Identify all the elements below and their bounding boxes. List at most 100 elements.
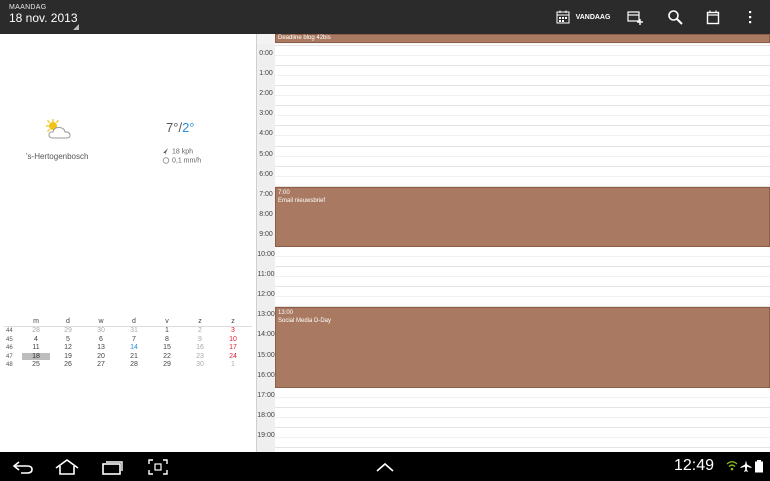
hour-label: 5:00 [259, 150, 273, 158]
overflow-menu-icon [749, 11, 752, 24]
dropdown-triangle-icon [73, 24, 79, 30]
calendar-day[interactable]: 19 [58, 353, 78, 360]
calendar-day[interactable]: 31 [124, 327, 144, 334]
recent-apps-icon [102, 460, 123, 475]
hour-label: 10:00 [257, 251, 275, 258]
calendar-week-row: 47 18 19 20 21 22 23 24 [4, 352, 252, 362]
week-number: 47 [6, 353, 13, 360]
today-button[interactable]: VANDAAG [552, 0, 614, 34]
calendar-day[interactable]: 30 [91, 327, 111, 334]
all-day-event[interactable]: Deadline blog 42bis [275, 34, 770, 43]
calendar-day[interactable]: 23 [190, 353, 210, 360]
back-icon [12, 460, 33, 474]
calendar-view-icon [706, 10, 720, 24]
calendar-day[interactable]: 5 [58, 336, 78, 343]
weekday-header: z [231, 318, 235, 325]
day-name: MAANDAG [9, 4, 47, 11]
calendar-event[interactable]: 7:00 Email nieuwsbrief [275, 186, 770, 247]
calendar-day[interactable]: 29 [58, 327, 78, 334]
calendar-day[interactable]: 1 [223, 361, 243, 368]
calendar-day[interactable]: 28 [124, 361, 144, 368]
hour-label: 13:00 [257, 311, 275, 319]
calendar-day[interactable]: 14 [124, 344, 144, 351]
current-date: 18 nov. 2013 [9, 11, 78, 25]
weather-wind: 18 kph [162, 148, 193, 155]
status-clock: 12:49 [674, 457, 715, 474]
calendar-day[interactable]: 11 [26, 344, 46, 351]
event-title: Email nieuwsbrief [278, 197, 326, 204]
calendar-week-row: 45 4 5 6 7 8 9 10 [4, 336, 252, 345]
hour-line [275, 125, 770, 127]
calendar-day[interactable]: 29 [157, 361, 177, 368]
event-time: 13:00 [278, 310, 294, 317]
calendar-day[interactable]: 1 [157, 327, 177, 334]
half-hour-line [275, 276, 770, 278]
calendar-view-button[interactable] [700, 0, 726, 34]
recent-apps-button[interactable] [98, 452, 128, 481]
calendar-day[interactable]: 6 [91, 336, 111, 343]
weather-temperature: 7°/2° [166, 120, 195, 135]
calendar-day[interactable]: 4 [26, 336, 46, 343]
wifi-icon [726, 461, 738, 471]
rain-value: 0,1 mm/h [172, 157, 202, 165]
event-title: Social Media D-Day [278, 318, 332, 325]
half-hour-line [275, 95, 770, 97]
half-hour-line [275, 115, 770, 117]
calendar-day[interactable]: 13 [91, 344, 111, 351]
calendar-day[interactable]: 27 [91, 361, 111, 368]
screenshot-button[interactable] [144, 452, 172, 481]
hour-line [275, 406, 770, 408]
home-button[interactable] [52, 452, 82, 481]
calendar-day[interactable]: 30 [190, 361, 210, 368]
calendar-day[interactable]: 17 [223, 344, 243, 351]
screenshot-icon [148, 458, 168, 475]
hour-label: 7:00 [259, 190, 273, 198]
overflow-menu-button[interactable] [740, 0, 760, 34]
calendar-event[interactable]: 13:00 Social Media D-Day [275, 307, 770, 388]
week-number: 45 [6, 336, 13, 343]
event-time: 7:00 [278, 189, 290, 196]
calendar-day[interactable]: 10 [223, 336, 243, 343]
temp-low: 2° [182, 120, 195, 135]
temp-high: 7° [166, 120, 179, 135]
navigation-bar: 12:49 [0, 452, 770, 481]
battery-icon [755, 460, 763, 473]
calendar-day[interactable]: 18 [22, 352, 50, 360]
half-hour-line [275, 436, 770, 438]
left-pane: 's-Hertogenbosch 7°/2° 18 kph 0,1 mm/h m… [0, 34, 256, 452]
expand-up-button[interactable] [372, 452, 398, 481]
back-button[interactable] [8, 452, 38, 481]
hour-label: 8:00 [259, 210, 273, 218]
calendar-day[interactable]: 22 [157, 353, 177, 360]
calendar-day[interactable]: 21 [124, 353, 144, 360]
calendar-week-row: 48 25 26 27 28 29 30 1 [4, 361, 252, 370]
add-event-button[interactable] [622, 0, 648, 34]
partly-cloudy-icon [46, 119, 71, 139]
calendar-day[interactable]: 24 [223, 353, 243, 360]
airplane-mode-icon [740, 460, 752, 472]
calendar-day[interactable]: 25 [26, 361, 46, 368]
hour-label: 18:00 [257, 411, 275, 419]
hour-label: 15:00 [257, 351, 275, 359]
calendar-day[interactable]: 3 [223, 327, 243, 334]
date-selector[interactable]: MAANDAG 18 nov. 2013 [9, 4, 79, 30]
calendar-day[interactable]: 26 [58, 361, 78, 368]
hour-label: 16:00 [257, 371, 275, 379]
wind-value: 18 kph [172, 148, 194, 156]
calendar-day[interactable]: 9 [190, 336, 210, 343]
calendar-day[interactable]: 12 [58, 344, 78, 351]
mini-calendar-header: mdwdvzz [4, 317, 252, 327]
search-button[interactable] [662, 0, 688, 34]
calendar-day[interactable]: 15 [157, 344, 177, 351]
calendar-day[interactable]: 16 [190, 344, 210, 351]
calendar-day[interactable]: 28 [26, 327, 46, 334]
hour-line [275, 145, 770, 147]
calendar-day[interactable]: 20 [91, 353, 111, 360]
expand-up-icon [376, 462, 394, 472]
calendar-day[interactable]: 7 [124, 336, 144, 343]
calendar-day[interactable]: 2 [190, 327, 210, 334]
hour-line [275, 65, 770, 67]
week-number: 44 [6, 328, 13, 334]
calendar-day[interactable]: 8 [157, 336, 177, 343]
hour-line [275, 426, 770, 428]
